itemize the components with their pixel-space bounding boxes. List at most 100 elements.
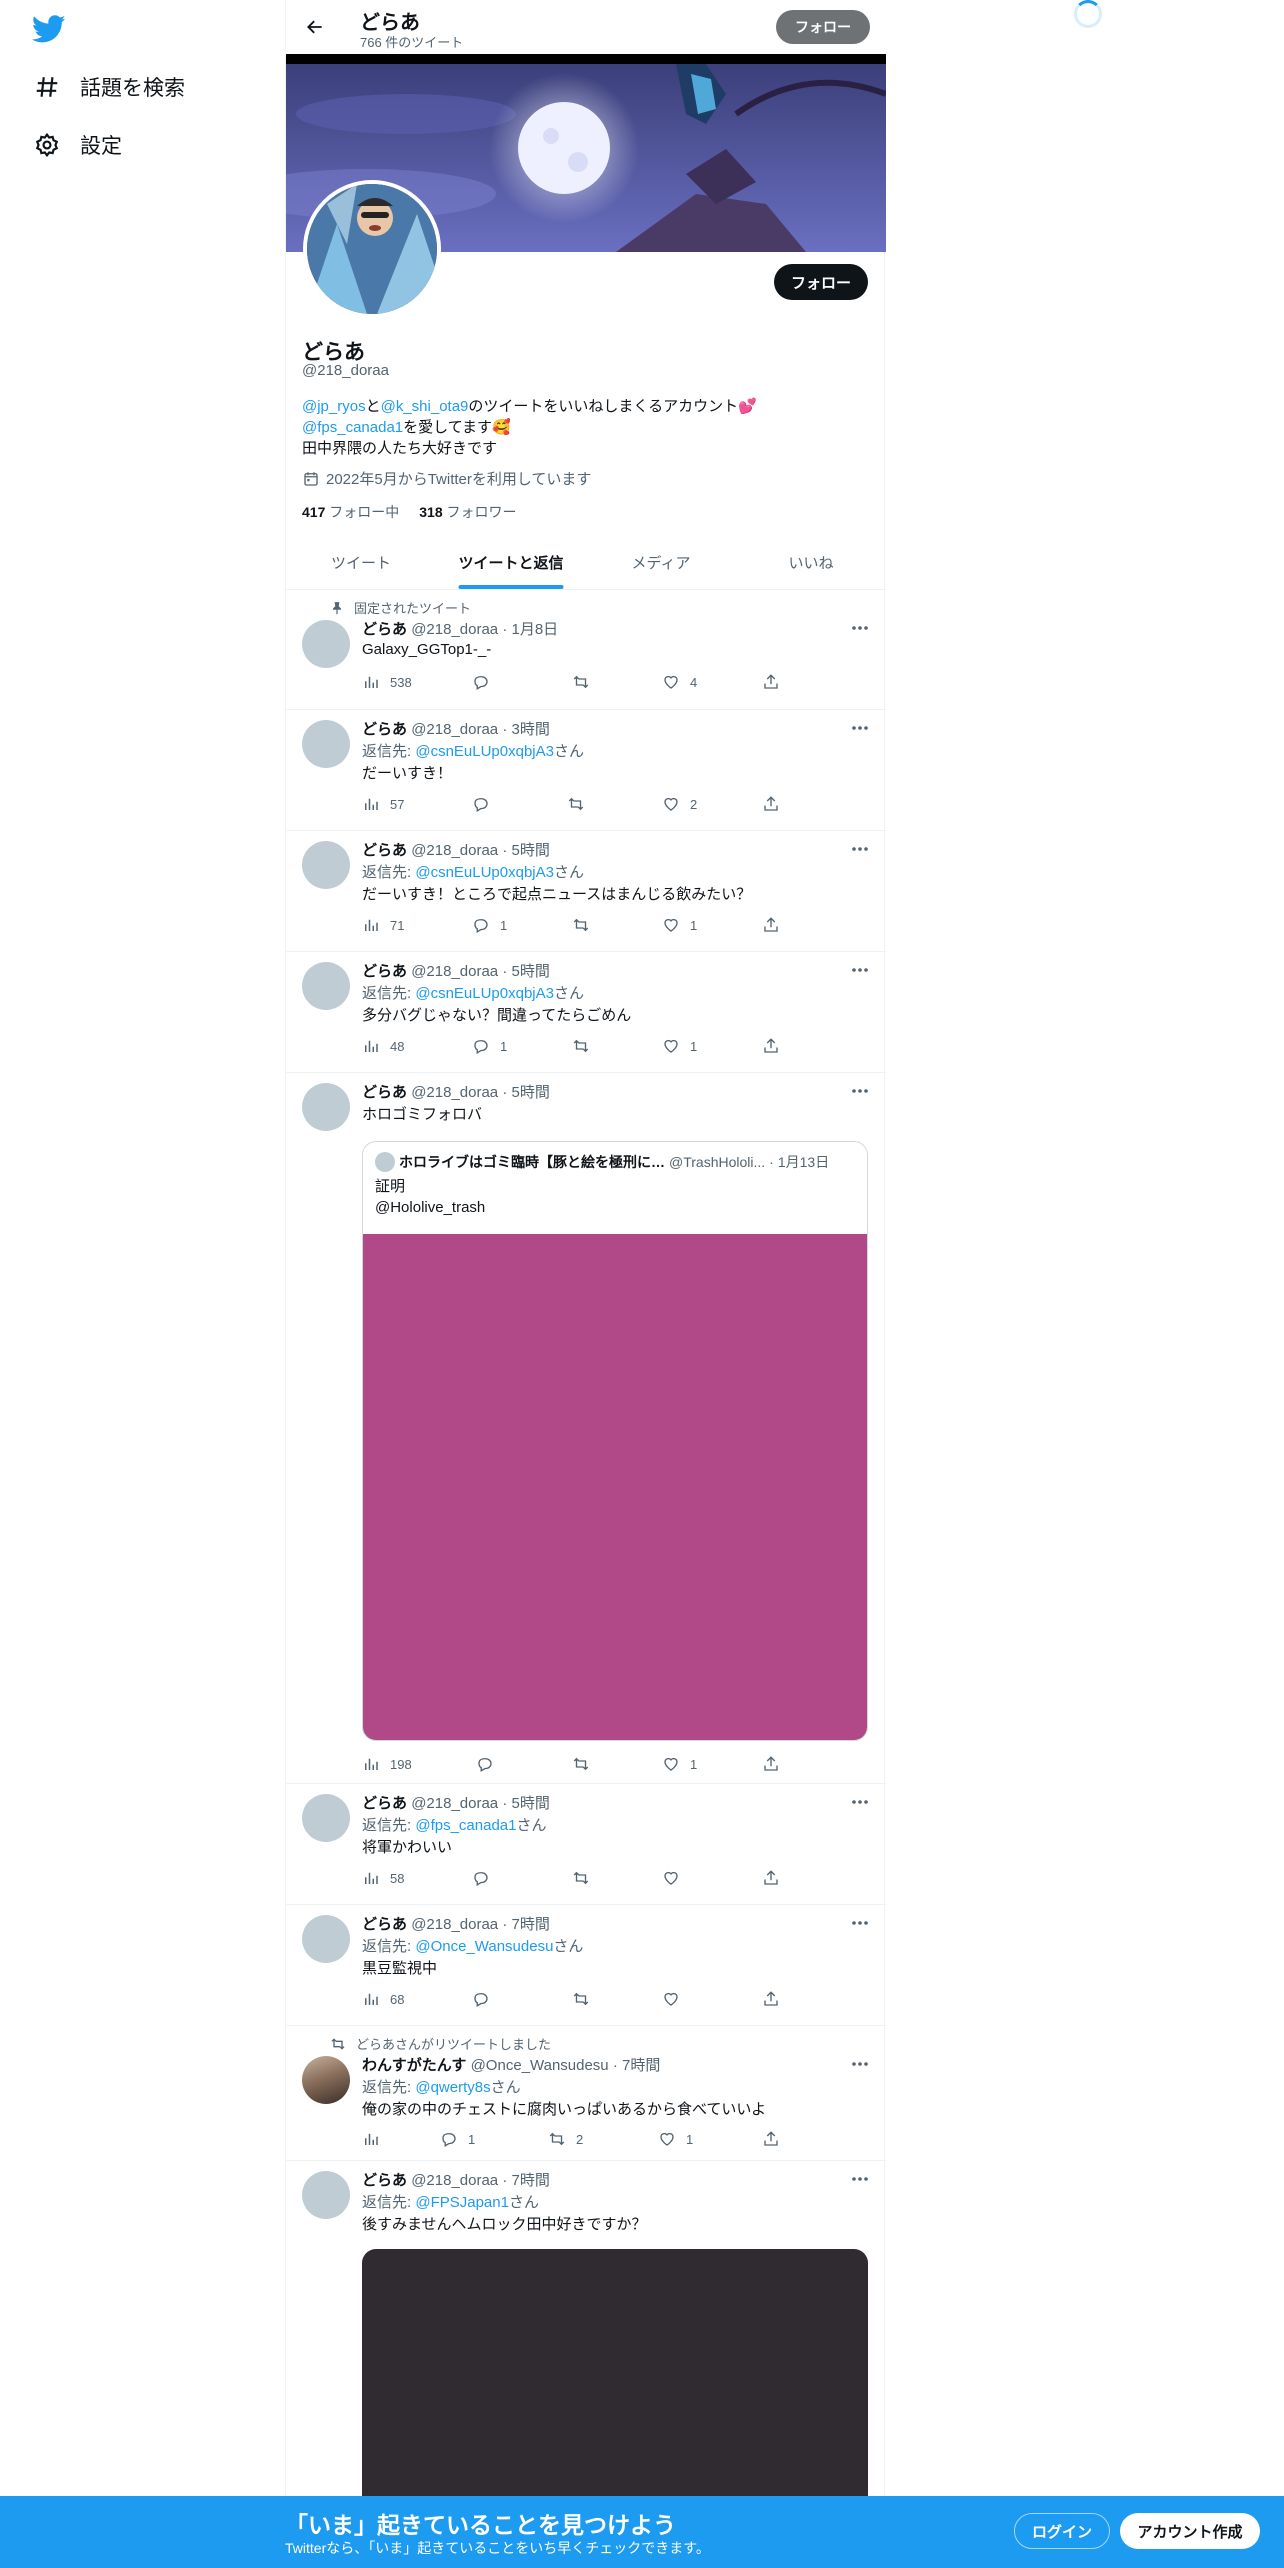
retweet-button[interactable]: [572, 1035, 600, 1057]
twitter-logo-icon[interactable]: [30, 12, 68, 46]
like-button[interactable]: [662, 1867, 690, 1889]
tweet-author-name[interactable]: どらあ: [362, 621, 407, 638]
avatar[interactable]: [302, 1794, 350, 1842]
views-button[interactable]: 68: [362, 1988, 404, 2010]
like-button[interactable]: 1: [658, 2128, 693, 2150]
tweet-handle[interactable]: @218_doraa: [411, 1795, 498, 1812]
tweet-handle[interactable]: @218_doraa: [411, 621, 498, 638]
tab-tweets-and-replies[interactable]: ツイートと返信: [436, 536, 586, 589]
reply-button[interactable]: [472, 671, 500, 693]
reply-button[interactable]: [476, 1753, 504, 1775]
login-button[interactable]: ログイン: [1014, 2513, 1110, 2549]
followers-link[interactable]: 318 フォロワー: [419, 502, 516, 522]
more-options-icon[interactable]: [850, 1792, 870, 1812]
retweet-button[interactable]: [567, 793, 595, 815]
more-options-icon[interactable]: [850, 718, 870, 738]
tweet-author-name[interactable]: どらあ: [362, 1795, 407, 1812]
tweet-handle[interactable]: @Once_Wansudesu: [471, 2057, 609, 2074]
reply-button[interactable]: 1: [472, 1035, 507, 1057]
tweet-time[interactable]: 5時間: [512, 963, 550, 980]
retweet-button[interactable]: [572, 671, 600, 693]
retweet-button[interactable]: [572, 1753, 600, 1775]
tweet-handle[interactable]: @218_doraa: [411, 1084, 498, 1101]
reply-to-link[interactable]: @Once_Wansudesu: [415, 1938, 553, 1955]
reply-button[interactable]: 1: [440, 2128, 475, 2150]
quoted-tweet[interactable]: ホロライブはゴミ臨時【豚と絵を極刑に… @TrashHololi... · 1月…: [362, 1141, 868, 1741]
tweet[interactable]: どらあ @218_doraa · 7時間 返信先: @Once_Wansudes…: [286, 1905, 886, 2026]
bio-mention-link[interactable]: @jp_ryos: [302, 398, 366, 415]
views-button[interactable]: 58: [362, 1867, 404, 1889]
tweet-time[interactable]: 5時間: [512, 1795, 550, 1812]
following-link[interactable]: 417 フォロー中: [302, 502, 399, 522]
profile-follow-button[interactable]: フォロー: [774, 264, 868, 300]
tweet-media-image[interactable]: [362, 2249, 868, 2509]
more-options-icon[interactable]: [850, 618, 870, 638]
back-button[interactable]: [300, 12, 330, 42]
reply-to-link[interactable]: @csnEuLUp0xqbjA3: [415, 985, 554, 1002]
header-follow-button[interactable]: フォロー: [776, 10, 870, 44]
tweet-handle[interactable]: @218_doraa: [411, 2172, 498, 2189]
avatar[interactable]: [302, 2171, 350, 2219]
avatar[interactable]: [302, 720, 350, 768]
tab-media[interactable]: メディア: [586, 536, 736, 589]
tweet-handle[interactable]: @218_doraa: [411, 721, 498, 738]
like-button[interactable]: 1: [662, 1753, 697, 1775]
share-button[interactable]: [762, 2128, 780, 2150]
views-button[interactable]: 538: [362, 671, 412, 693]
tweet-time[interactable]: 7時間: [512, 1916, 550, 1933]
tweet[interactable]: どらあ @218_doraa · 5時間 返信先: @csnEuLUp0xqbj…: [286, 952, 886, 1073]
more-options-icon[interactable]: [850, 1081, 870, 1101]
bio-mention-link[interactable]: @k_shi_ota9: [381, 398, 469, 415]
tweet-time[interactable]: 5時間: [512, 842, 550, 859]
bio-mention-link[interactable]: @fps_canada1: [302, 419, 403, 436]
views-button[interactable]: 57: [362, 793, 404, 815]
retweet-button[interactable]: 2: [548, 2128, 583, 2150]
like-button[interactable]: 2: [662, 793, 697, 815]
reply-to-link[interactable]: @fps_canada1: [415, 1817, 516, 1834]
tweet-author-name[interactable]: わんすがたんす: [362, 2057, 466, 2074]
views-button[interactable]: [362, 2128, 390, 2150]
like-button[interactable]: 1: [662, 914, 697, 936]
tweet-author-name[interactable]: どらあ: [362, 1084, 407, 1101]
tweet-time[interactable]: 7時間: [622, 2057, 660, 2074]
tweet[interactable]: どらあさんがリツイートしました わんすがたんす @Once_Wansudesu …: [286, 2026, 886, 2161]
tweet[interactable]: どらあ @218_doraa · 5時間 返信先: @fps_canada1さん…: [286, 1784, 886, 1905]
tweet-time[interactable]: 1月8日: [512, 621, 559, 638]
reply-to-link[interactable]: @qwerty8s: [415, 2079, 490, 2096]
views-button[interactable]: 48: [362, 1035, 404, 1057]
views-button[interactable]: 198: [362, 1753, 412, 1775]
share-button[interactable]: [762, 793, 780, 815]
tweet[interactable]: どらあ @218_doraa · 5時間 返信先: @csnEuLUp0xqbj…: [286, 831, 886, 952]
avatar[interactable]: [302, 620, 350, 668]
tweet-author-name[interactable]: どらあ: [362, 721, 407, 738]
avatar[interactable]: [302, 962, 350, 1010]
more-options-icon[interactable]: [850, 960, 870, 980]
more-options-icon[interactable]: [850, 2169, 870, 2189]
tweet-author-name[interactable]: どらあ: [362, 963, 407, 980]
share-button[interactable]: [762, 1988, 780, 2010]
create-account-button[interactable]: アカウント作成: [1120, 2513, 1260, 2549]
tweet-time[interactable]: 3時間: [512, 721, 550, 738]
tweet[interactable]: 固定されたツイート どらあ @218_doraa · 1月8日 Galaxy_G…: [286, 590, 886, 710]
tweet[interactable]: どらあ @218_doraa · 5時間 ホロゴミフォロバ ホロライブはゴミ臨時…: [286, 1073, 886, 1784]
reply-to-link[interactable]: @csnEuLUp0xqbjA3: [415, 864, 554, 881]
views-button[interactable]: 71: [362, 914, 404, 936]
avatar[interactable]: [302, 2056, 350, 2104]
tweet-handle[interactable]: @218_doraa: [411, 963, 498, 980]
tweet-author-name[interactable]: どらあ: [362, 842, 407, 859]
tweet-handle[interactable]: @218_doraa: [411, 842, 498, 859]
share-button[interactable]: [762, 671, 780, 693]
tab-likes[interactable]: いいね: [736, 536, 886, 589]
retweet-button[interactable]: [572, 1867, 600, 1889]
tweet-time[interactable]: 5時間: [512, 1084, 550, 1101]
reply-to-link[interactable]: @csnEuLUp0xqbjA3: [415, 743, 554, 760]
more-options-icon[interactable]: [850, 1913, 870, 1933]
more-options-icon[interactable]: [850, 839, 870, 859]
tweet-time[interactable]: 7時間: [512, 2172, 550, 2189]
share-button[interactable]: [762, 1035, 780, 1057]
share-button[interactable]: [762, 914, 780, 936]
reply-button[interactable]: 1: [472, 914, 507, 936]
retweet-button[interactable]: [572, 1988, 600, 2010]
avatar[interactable]: [302, 841, 350, 889]
nav-settings[interactable]: 設定: [34, 130, 122, 160]
